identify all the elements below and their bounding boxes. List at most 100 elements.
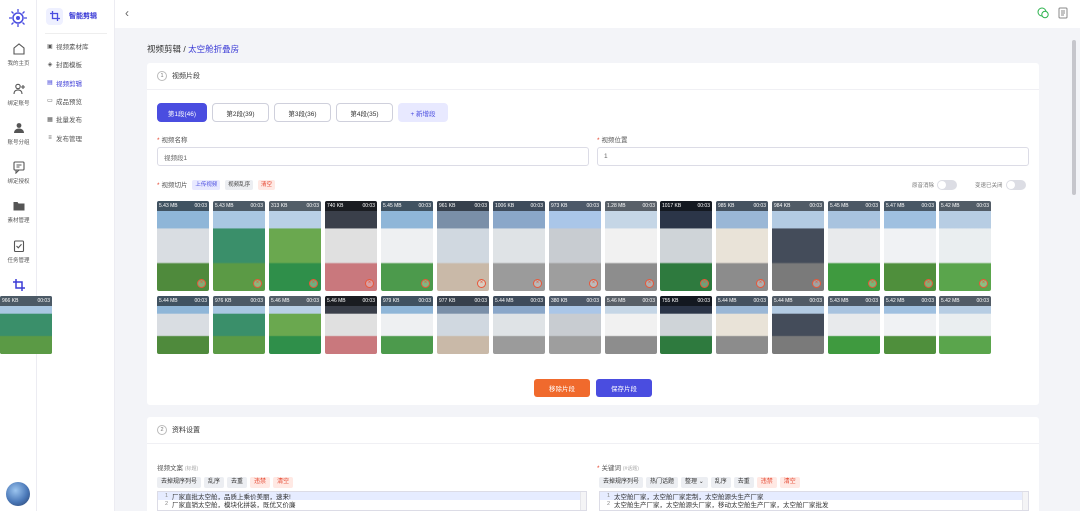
toolbar-button[interactable]: 去掉规序列号 (157, 477, 202, 488)
clear-clips-button[interactable]: 清空 (258, 180, 276, 191)
back-arrow-icon[interactable]: ‹ (125, 6, 129, 20)
mute-toggle[interactable] (937, 180, 958, 190)
toolbar-button[interactable]: 去掉规序列号 (599, 477, 644, 488)
clip-thumbnail[interactable]: 5.47 MB 00:03 × (884, 201, 936, 291)
remove-clip-icon[interactable]: × (589, 279, 598, 288)
remove-clip-icon[interactable]: × (309, 279, 318, 288)
keyword-editor[interactable]: 1 太空舱厂家，太空舱厂家定制，太空舱源头生产厂家 2 太空舱生产厂家，太空舱源头厂家… (599, 491, 1029, 511)
clip-thumbnail[interactable]: 5.45 MB 00:03 × (381, 201, 433, 291)
add-segment-button[interactable]: + 新增段 (398, 103, 448, 122)
video-position-input[interactable]: 1 (597, 147, 1029, 166)
remove-clip-icon[interactable]: × (756, 279, 765, 288)
rail-item-0[interactable]: 我的主页 (0, 42, 37, 76)
breadcrumb-parent[interactable]: 视频剪辑 (147, 44, 181, 54)
shuffle-video-button[interactable]: 视频乱序 (225, 180, 254, 191)
editor-line[interactable]: 2 太空舱生产厂家，太空舱源头厂家，移动太空舱生产厂家，太空舱厂家批发 (600, 500, 1028, 509)
clip-thumbnail[interactable]: 380 KB 00:03 (549, 296, 601, 354)
clip-thumbnail[interactable]: 5.42 MB 00:03 (884, 296, 936, 354)
toolbar-button[interactable]: 乱序 (710, 477, 731, 488)
clip-thumbnail[interactable]: 5.44 MB 00:03 (772, 296, 824, 354)
clip-thumbnail[interactable]: 740 KB 00:03 × (325, 201, 377, 291)
menu-item-0[interactable]: ▣ 视频素材库 (46, 40, 88, 52)
clip-thumbnail[interactable]: 1006 KB 00:03 × (493, 201, 545, 291)
clip-thumbnail[interactable]: 1.28 MB 00:03 × (605, 201, 657, 291)
toolbar-button[interactable]: 去重 (227, 477, 248, 488)
video-name-input[interactable]: 视频段1 (157, 147, 589, 166)
toolbar-button[interactable]: 违禁 (756, 477, 777, 488)
clip-thumbnail[interactable]: 5.43 MB 00:03 × (213, 201, 265, 291)
remove-clip-icon[interactable]: × (253, 279, 262, 288)
clip-thumbnail[interactable]: 5.45 MB 00:03 × (828, 201, 880, 291)
clip-thumbnail[interactable]: 985 KB 00:03 × (716, 201, 768, 291)
avatar[interactable] (6, 482, 30, 506)
editor-scrollbar[interactable] (580, 492, 586, 510)
copy-editor[interactable]: 1 厂家直批太空舱，品质上乘价美丽，速来! 2 厂家直销太空舱，模块化拼装，既优又价廉 (157, 491, 587, 511)
toolbar-button[interactable]: 热门话题 (646, 477, 679, 488)
toolbar-button[interactable]: 去重 (733, 477, 754, 488)
clip-thumbnail[interactable]: 976 KB 00:03 (213, 296, 265, 354)
clip-thumbnail[interactable]: 1017 KB 00:03 × (660, 201, 712, 291)
remove-clip-icon[interactable]: × (645, 279, 654, 288)
remove-segment-button[interactable]: 移除片段 (534, 379, 590, 397)
tab-segment-1[interactable]: 第1段(46) (157, 103, 207, 122)
menu-item-4[interactable]: ▦ 批量发布 (46, 113, 82, 125)
toolbar-button[interactable]: 清空 (273, 477, 294, 488)
toolbar-button[interactable]: 乱序 (204, 477, 225, 488)
clip-thumbnail[interactable]: 5.44 MB 00:03 (157, 296, 209, 354)
menu-item-5[interactable]: ≡ 发布管理 (46, 132, 82, 144)
toolbar-button[interactable]: 违禁 (250, 477, 271, 488)
clip-thumbnail[interactable]: 5.44 MB 00:03 (716, 296, 768, 354)
clip-thumbnail[interactable]: 5.43 MB 00:03 (828, 296, 880, 354)
tab-segment-2[interactable]: 第2段(39) (212, 103, 269, 122)
tab-segment-4[interactable]: 第4段(35) (336, 103, 393, 122)
clip-thumbnail[interactable]: 5.46 MB 00:03 (325, 296, 377, 354)
clip-thumbnail[interactable]: 979 KB 00:03 (381, 296, 433, 354)
editor-line[interactable]: 2 厂家直销太空舱，模块化拼装，既优又价廉 (158, 500, 586, 509)
remove-clip-icon[interactable]: × (533, 279, 542, 288)
clip-thumbnail[interactable]: 966 KB 00:03 (0, 296, 52, 354)
clip-thumbnail[interactable]: 977 KB 00:03 (437, 296, 489, 354)
rail-item-1[interactable]: 绑定账号 (0, 82, 37, 116)
toolbar-button[interactable]: 整理 ⌄ (681, 477, 708, 488)
clip-thumbnail[interactable]: 755 KB 00:03 (660, 296, 712, 354)
wechat-icon[interactable] (1037, 7, 1049, 19)
clip-thumbnail[interactable]: 313 KB 00:03 × (269, 201, 321, 291)
clip-thumbnail[interactable]: 973 KB 00:03 × (549, 201, 601, 291)
remove-clip-icon[interactable]: × (812, 279, 821, 288)
clip-thumbnail[interactable]: 5.42 MB 00:03 (939, 296, 991, 354)
remove-clip-icon[interactable]: × (868, 279, 877, 288)
clip-thumbnail[interactable]: 984 KB 00:03 × (772, 201, 824, 291)
clip-thumbnail[interactable]: 961 KB 00:03 × (437, 201, 489, 291)
menu-item-1[interactable]: ◈ 封面模板 (46, 58, 82, 70)
page-scrollbar[interactable] (1072, 40, 1076, 195)
save-segment-button[interactable]: 保存片段 (596, 379, 652, 397)
remove-clip-icon[interactable]: × (365, 279, 374, 288)
menu-item-label: 封面模板 (56, 62, 82, 70)
tab-segment-3[interactable]: 第3段(36) (274, 103, 331, 122)
clip-duration: 00:03 (37, 298, 50, 304)
clip-thumbnail[interactable]: 5.42 MB 00:03 × (939, 201, 991, 291)
remove-clip-icon[interactable]: × (421, 279, 430, 288)
editor-scrollbar[interactable] (1022, 492, 1028, 510)
rail-item-4[interactable]: 素材管理 (0, 199, 37, 233)
clip-thumbnail[interactable]: 5.43 MB 00:03 × (157, 201, 209, 291)
remove-clip-icon[interactable]: × (700, 279, 709, 288)
menu-item-3[interactable]: ▭ 成品预览 (46, 95, 82, 107)
user-add-icon (0, 82, 37, 96)
clip-thumbnail[interactable]: 5.46 MB 00:03 (269, 296, 321, 354)
remove-clip-icon[interactable]: × (197, 279, 206, 288)
speed-toggle[interactable] (1005, 180, 1026, 190)
toolbar-button[interactable]: 清空 (779, 477, 800, 488)
document-icon[interactable] (1057, 7, 1069, 19)
remove-clip-icon[interactable]: × (979, 279, 988, 288)
upload-video-button[interactable]: 上传视频 (192, 180, 221, 191)
rail-item-3[interactable]: 绑定授权 (0, 160, 37, 194)
clip-meta: 5.43 MB 00:03 (157, 201, 209, 211)
rail-item-5[interactable]: 任务管理 (0, 239, 37, 273)
menu-item-2[interactable]: ▤ 视频剪辑 (46, 77, 82, 89)
clip-thumbnail[interactable]: 5.44 MB 00:03 (493, 296, 545, 354)
clip-thumbnail[interactable]: 5.46 MB 00:03 (605, 296, 657, 354)
remove-clip-icon[interactable]: × (477, 279, 486, 288)
remove-clip-icon[interactable]: × (924, 279, 933, 288)
rail-item-2[interactable]: 账号分组 (0, 121, 37, 155)
